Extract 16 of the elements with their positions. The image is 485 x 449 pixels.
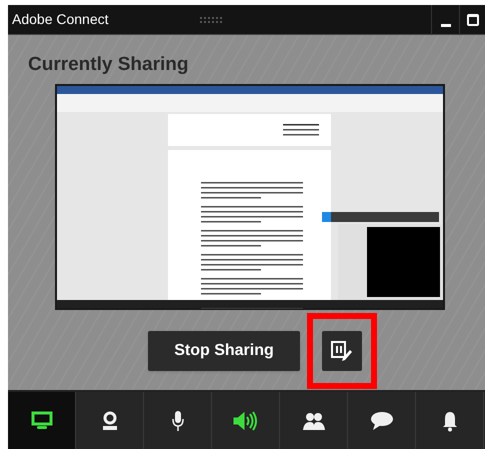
minimize-icon	[440, 24, 450, 26]
monitor-icon	[30, 410, 52, 430]
maximize-icon	[466, 14, 478, 26]
chat-bubble-icon	[370, 410, 394, 430]
drag-handle-icon	[198, 16, 225, 24]
microphone-icon	[172, 410, 184, 432]
window-title: Adobe Connect	[11, 10, 109, 29]
pause-sharing-button[interactable]	[322, 331, 362, 372]
webcam-icon	[102, 410, 118, 430]
speaker-icon	[232, 410, 258, 430]
bell-icon	[442, 410, 458, 432]
toolbar-button[interactable]	[8, 392, 76, 449]
panel-heading: Currently Sharing	[27, 53, 190, 77]
pause-pencil-icon	[331, 341, 353, 362]
people-icon	[302, 410, 326, 430]
stop-sharing-button[interactable]: Stop Sharing	[148, 331, 300, 372]
